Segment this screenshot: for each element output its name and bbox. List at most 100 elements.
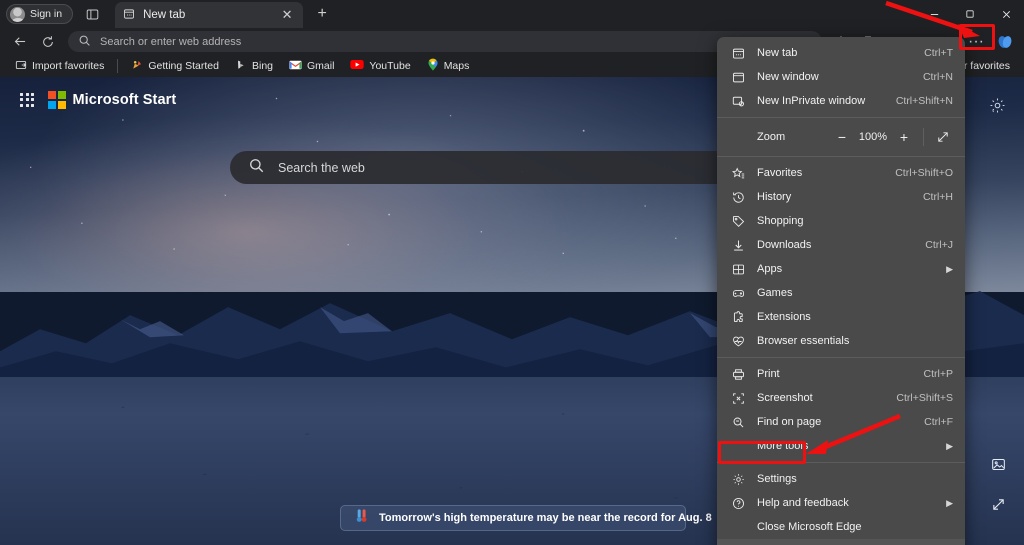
new-tab-button[interactable]: + (309, 2, 335, 26)
menu-item-downloads[interactable]: Downloads Ctrl+J (717, 233, 965, 257)
favorites-item-label: Import favorites (32, 60, 105, 72)
menu-item-new-inprivate-window[interactable]: New InPrivate window Ctrl+Shift+N (717, 89, 965, 113)
new-window-icon (731, 71, 746, 84)
newtab-favicon (123, 8, 135, 23)
menu-item-label: Find on page (757, 416, 822, 428)
menu-item-label: Games (757, 287, 793, 299)
menu-item-label: New InPrivate window (757, 95, 866, 107)
background-image-icon[interactable] (991, 457, 1006, 477)
divider (717, 357, 965, 358)
menu-item-label: Print (757, 368, 780, 380)
address-bar[interactable] (68, 31, 822, 52)
favorites-star-icon (731, 166, 746, 180)
favorites-item-maps[interactable]: Maps (420, 56, 477, 76)
inprivate-icon (731, 95, 746, 108)
window-controls (916, 0, 1024, 28)
back-button[interactable] (6, 30, 34, 54)
zoom-in-button[interactable]: + (892, 126, 916, 148)
youtube-icon (350, 59, 365, 73)
menu-item-shortcut: Ctrl+P (923, 368, 953, 380)
menu-item-extensions[interactable]: Extensions (717, 305, 965, 329)
menu-item-label: New tab (757, 47, 798, 59)
downloads-icon (731, 239, 746, 252)
maps-icon (427, 58, 439, 74)
settings-gear-icon (731, 473, 746, 486)
browser-tab[interactable]: New tab ✕ (115, 2, 304, 28)
menu-item-label: Apps (757, 263, 783, 275)
menu-item-label: Downloads (757, 239, 812, 251)
zoom-controls: − 100% + (830, 126, 955, 148)
games-icon (731, 287, 746, 300)
menu-item-shortcut: Ctrl+Shift+O (895, 167, 953, 179)
brand-label: Microsoft Start (72, 91, 177, 108)
fullscreen-icon[interactable] (991, 497, 1006, 517)
menu-item-history[interactable]: History Ctrl+H (717, 185, 965, 209)
edge-settings-menu: New tab Ctrl+T New window Ctrl+N New InP… (717, 37, 965, 545)
close-button[interactable] (988, 0, 1024, 28)
extensions-icon (731, 310, 746, 324)
address-input[interactable] (100, 35, 812, 48)
menu-item-games[interactable]: Games (717, 281, 965, 305)
settings-more-button[interactable]: ··· (963, 30, 989, 54)
minimize-button[interactable] (916, 0, 952, 28)
shopping-tag-icon (731, 215, 746, 228)
favorites-item-bing[interactable]: Bing (228, 57, 280, 76)
menu-item-browser-essentials[interactable]: Browser essentials (717, 329, 965, 353)
screenshot-icon (731, 392, 746, 405)
menu-item-shortcut: Ctrl+H (922, 191, 953, 203)
favorites-item-label: Bing (251, 60, 273, 72)
menu-item-find-on-page[interactable]: Find on page Ctrl+F (717, 410, 965, 434)
menu-item-shopping[interactable]: Shopping (717, 209, 965, 233)
menu-item-more-tools[interactable]: More tools ▶ (717, 434, 965, 458)
favorites-item-label: Getting Started (148, 60, 219, 72)
favorites-item-youtube[interactable]: YouTube (343, 57, 417, 75)
search-icon (78, 34, 91, 50)
menu-item-screenshot[interactable]: Screenshot Ctrl+Shift+S (717, 386, 965, 410)
microsoft-start-brand[interactable]: Microsoft Start (48, 91, 176, 109)
menu-item-label: Browser essentials (757, 335, 850, 347)
favorites-item-gmail[interactable]: Gmail (282, 58, 341, 75)
menu-item-new-tab[interactable]: New tab Ctrl+T (717, 41, 965, 65)
news-banner[interactable]: Tomorrow's high temperature may be near … (340, 505, 712, 531)
menu-item-new-window[interactable]: New window Ctrl+N (717, 65, 965, 89)
menu-item-shortcut: Ctrl+T (924, 47, 953, 59)
menu-item-shortcut: Ctrl+J (925, 239, 953, 251)
page-settings-icon[interactable] (989, 97, 1006, 119)
news-banner-text: Tomorrow's high temperature may be near … (379, 512, 712, 524)
copilot-icon[interactable] (994, 31, 1016, 53)
menu-item-label: More tools (757, 440, 809, 452)
zoom-out-button[interactable]: − (830, 126, 854, 148)
favorites-item-getting-started[interactable]: Getting Started (124, 57, 226, 76)
sign-in-button[interactable]: Sign in (6, 4, 74, 24)
bing-icon (235, 59, 247, 74)
tab-overview-icon[interactable] (79, 2, 105, 26)
fullscreen-icon[interactable] (931, 126, 955, 148)
app-launcher-icon[interactable] (20, 92, 34, 107)
browser-essentials-icon (731, 335, 746, 348)
refresh-button[interactable] (34, 30, 62, 54)
web-search-box[interactable]: Search the web (230, 151, 760, 184)
menu-item-label: Favorites (757, 167, 803, 179)
favorites-item-label: Maps (443, 60, 470, 72)
menu-item-apps[interactable]: Apps ▶ (717, 257, 965, 281)
menu-zoom-row: Zoom − 100% + (717, 122, 965, 152)
maximize-button[interactable] (952, 0, 988, 28)
menu-item-label: Shopping (757, 215, 804, 227)
menu-item-label: Screenshot (757, 392, 813, 404)
divider (717, 462, 965, 463)
zoom-label: Zoom (757, 131, 786, 143)
start-header: Microsoft Start (20, 91, 176, 109)
search-icon (248, 157, 265, 179)
menu-item-favorites[interactable]: Favorites Ctrl+Shift+O (717, 161, 965, 185)
menu-item-settings[interactable]: Settings (717, 467, 965, 491)
close-icon[interactable]: ✕ (279, 7, 295, 23)
menu-item-shortcut: Ctrl+Shift+N (895, 95, 953, 107)
menu-item-shortcut: Ctrl+Shift+S (896, 392, 953, 404)
menu-item-close-microsoft-edge[interactable]: Close Microsoft Edge (717, 515, 965, 539)
menu-item-print[interactable]: Print Ctrl+P (717, 362, 965, 386)
menu-item-help-and-feedback[interactable]: Help and feedback ▶ (717, 491, 965, 515)
menu-item-shortcut: Ctrl+F (924, 416, 953, 428)
avatar (10, 6, 25, 22)
favorites-item-import[interactable]: Import favorites (8, 57, 111, 76)
menu-item-label: Settings (757, 473, 797, 485)
